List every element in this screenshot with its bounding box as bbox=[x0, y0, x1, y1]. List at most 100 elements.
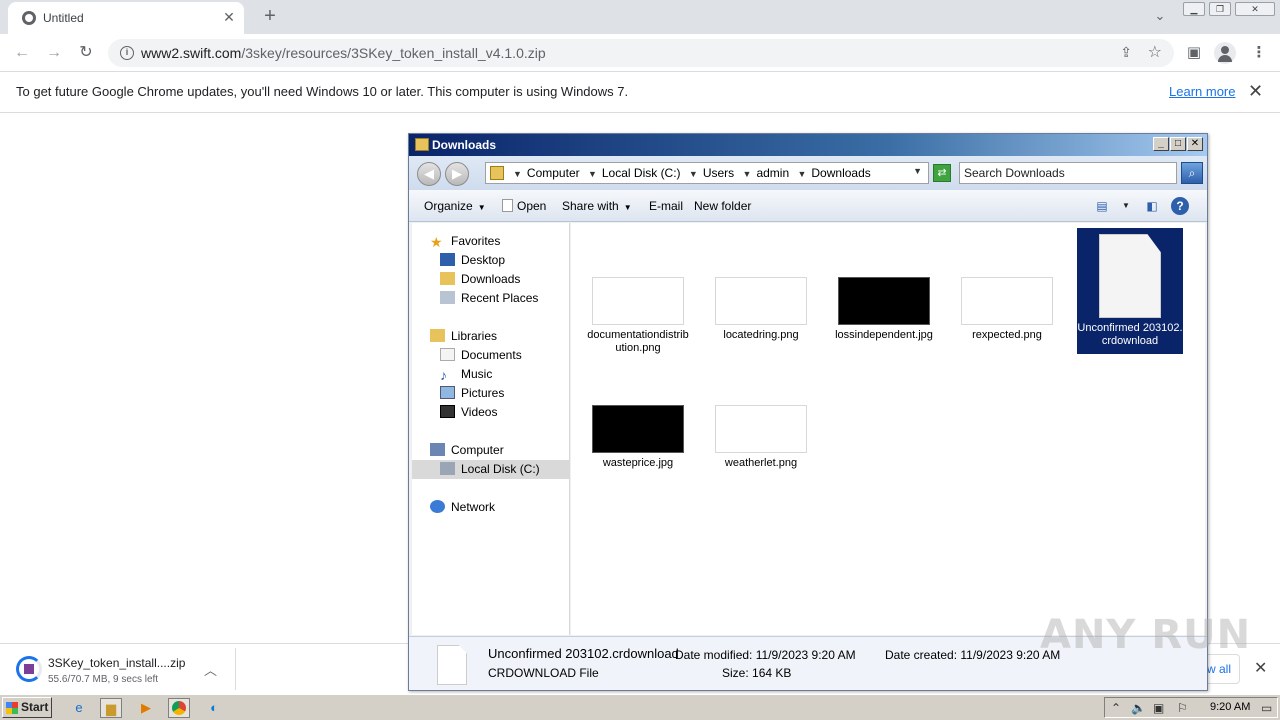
restore-button[interactable]: ❐ bbox=[1209, 2, 1231, 16]
back-arrow-icon[interactable]: ← bbox=[9, 41, 35, 65]
side-panel-icon[interactable]: ▣ bbox=[1183, 42, 1205, 64]
clock[interactable]: 9:20 AM bbox=[1210, 701, 1250, 713]
file-explorer-icon[interactable]: ▆ bbox=[100, 698, 122, 718]
navigation-pane: ★ Favorites Desktop Downloads Recent Plac… bbox=[412, 223, 570, 635]
shelf-close-icon[interactable]: ✕ bbox=[1254, 658, 1267, 678]
organize-button[interactable]: Organize ▼ bbox=[424, 199, 486, 213]
bookmark-star-icon[interactable]: ☆ bbox=[1148, 42, 1162, 62]
explorer-back-icon[interactable]: ◀ bbox=[417, 162, 441, 186]
breadcrumb-local-disk[interactable]: Local Disk (C:) bbox=[602, 166, 681, 180]
new-tab-button[interactable]: + bbox=[258, 5, 282, 29]
nav-desktop[interactable]: Desktop bbox=[440, 253, 505, 267]
share-icon[interactable]: ⇪ bbox=[1120, 44, 1132, 61]
computer-icon bbox=[430, 443, 445, 456]
chrome-icon[interactable] bbox=[168, 698, 190, 718]
tray-expand-icon[interactable]: ⌃ bbox=[1111, 701, 1121, 715]
breadcrumb[interactable]: ▼ Computer ▼ Local Disk (C:) ▼ Users ▼ admin… bbox=[485, 162, 929, 184]
download-item[interactable]: 3SKey_token_install....zip 55.6/70.7 MB,… bbox=[8, 648, 236, 690]
open-button[interactable]: Open bbox=[502, 199, 546, 213]
help-icon[interactable]: ? bbox=[1171, 197, 1189, 215]
explorer-forward-icon[interactable]: ▶ bbox=[445, 162, 469, 186]
nav-computer[interactable]: Computer bbox=[430, 443, 504, 457]
file-list: documentationdistribution.png locatedrin… bbox=[571, 223, 1205, 635]
explorer-maximize-button[interactable]: □ bbox=[1170, 137, 1186, 151]
action-center-flag-icon[interactable]: ⚐ bbox=[1177, 701, 1188, 715]
browser-tab[interactable]: Untitled ✕ bbox=[8, 2, 244, 34]
media-player-icon[interactable]: ▶ bbox=[135, 698, 157, 718]
preview-pane-icon[interactable]: ◧ bbox=[1143, 197, 1161, 215]
explorer-minimize-button[interactable]: _ bbox=[1153, 137, 1169, 151]
explorer-titlebar[interactable]: Downloads _ □ ✕ bbox=[409, 134, 1207, 156]
image-thumbnail bbox=[592, 405, 684, 453]
downloads-folder-icon bbox=[440, 272, 455, 285]
address-bar[interactable]: i www2.swift.com/3skey/resources/3SKey_t… bbox=[108, 39, 1174, 67]
file-name: wasteprice.jpg bbox=[602, 457, 674, 469]
minimize-button[interactable]: ▁ bbox=[1183, 2, 1205, 16]
address-dropdown-icon[interactable]: ▼ bbox=[913, 166, 922, 176]
details-file-name: Unconfirmed 203102.crdownload bbox=[488, 646, 679, 661]
search-box[interactable] bbox=[959, 162, 1177, 184]
volume-icon[interactable]: 🔈 bbox=[1131, 701, 1146, 715]
nav-favorites[interactable]: ★ Favorites bbox=[430, 234, 500, 249]
breadcrumb-computer[interactable]: Computer bbox=[527, 166, 580, 180]
breadcrumb-admin[interactable]: admin bbox=[756, 166, 789, 180]
file-item[interactable]: weatherlet.png bbox=[708, 405, 814, 470]
libraries-icon bbox=[430, 329, 445, 342]
nav-pictures[interactable]: Pictures bbox=[440, 386, 504, 400]
globe-icon bbox=[22, 11, 36, 25]
disk-drive-icon bbox=[440, 462, 455, 475]
download-filename: 3SKey_token_install....zip bbox=[48, 656, 186, 670]
edge-icon[interactable]: ◐ bbox=[203, 698, 225, 718]
start-button[interactable]: Start bbox=[2, 697, 52, 718]
network-tray-icon[interactable]: ▣ bbox=[1153, 701, 1164, 715]
site-info-icon[interactable]: i bbox=[120, 46, 134, 60]
search-input[interactable] bbox=[964, 166, 1154, 180]
explorer-close-button[interactable]: ✕ bbox=[1187, 137, 1203, 151]
nav-music[interactable]: ♪ Music bbox=[440, 367, 492, 382]
file-item[interactable]: lossindependent.jpg bbox=[831, 277, 937, 342]
desktop-icon bbox=[440, 253, 455, 266]
search-icon[interactable]: ⌕ bbox=[1181, 162, 1203, 184]
file-name: rexpected.png bbox=[972, 329, 1042, 341]
nav-local-disk[interactable]: Local Disk (C:) bbox=[412, 460, 570, 479]
view-dropdown-icon[interactable]: ▼ bbox=[1117, 197, 1135, 215]
nav-downloads[interactable]: Downloads bbox=[440, 272, 520, 286]
windows-logo-icon bbox=[6, 702, 18, 714]
learn-more-link[interactable]: Learn more bbox=[1169, 84, 1235, 99]
tab-close-icon[interactable]: ✕ bbox=[220, 8, 238, 26]
menu-kebab-icon[interactable]: ⋮ bbox=[1248, 42, 1270, 64]
internet-explorer-icon[interactable]: e bbox=[68, 698, 90, 718]
file-item-selected[interactable]: Unconfirmed 203102.crdownload bbox=[1077, 228, 1183, 354]
breadcrumb-users[interactable]: Users bbox=[703, 166, 734, 180]
file-item[interactable]: wasteprice.jpg bbox=[585, 405, 691, 470]
forward-arrow-icon[interactable]: → bbox=[41, 41, 67, 65]
file-item[interactable]: locatedring.png bbox=[708, 277, 814, 342]
new-folder-button[interactable]: New folder bbox=[694, 199, 751, 213]
taskbar: Start e ▆ ▶ ◐ ⌃ 🔈 ▣ ⚐ 9:20 AM ▭ bbox=[0, 694, 1280, 720]
reload-icon[interactable]: ↻ bbox=[73, 41, 99, 65]
nav-documents[interactable]: Documents bbox=[440, 348, 522, 362]
file-item[interactable]: documentationdistribution.png bbox=[585, 277, 691, 355]
show-desktop-icon[interactable]: ▭ bbox=[1261, 701, 1272, 715]
download-status: 55.6/70.7 MB, 9 secs left bbox=[48, 674, 159, 685]
profile-avatar-icon[interactable] bbox=[1214, 42, 1236, 64]
email-button[interactable]: E-mail bbox=[649, 199, 683, 213]
tab-title: Untitled bbox=[43, 11, 84, 25]
window-close-button[interactable]: ✕ bbox=[1235, 2, 1275, 16]
share-with-button[interactable]: Share with ▼ bbox=[562, 199, 632, 213]
url-text[interactable]: www2.swift.com/3skey/resources/3SKey_tok… bbox=[141, 45, 546, 61]
nav-videos[interactable]: Videos bbox=[440, 405, 497, 419]
infobar-close-icon[interactable]: ✕ bbox=[1248, 81, 1263, 102]
view-options-icon[interactable]: ▤ bbox=[1093, 197, 1111, 215]
tab-search-chevron-icon[interactable]: ⌄ bbox=[1150, 8, 1170, 28]
file-item[interactable]: rexpected.png bbox=[954, 277, 1060, 342]
nav-network[interactable]: Network bbox=[430, 500, 495, 514]
nav-recent-places[interactable]: Recent Places bbox=[440, 291, 538, 305]
refresh-icon[interactable]: ⇄ bbox=[933, 164, 951, 182]
document-icon bbox=[437, 645, 467, 685]
breadcrumb-downloads[interactable]: Downloads bbox=[811, 166, 870, 180]
tab-strip: Untitled ✕ + ⌄ ▁ ❐ ✕ bbox=[0, 0, 1280, 34]
infobar-message: To get future Google Chrome updates, you… bbox=[16, 84, 629, 99]
chevron-up-icon[interactable]: ︿ bbox=[204, 660, 217, 679]
nav-libraries[interactable]: Libraries bbox=[430, 329, 497, 343]
